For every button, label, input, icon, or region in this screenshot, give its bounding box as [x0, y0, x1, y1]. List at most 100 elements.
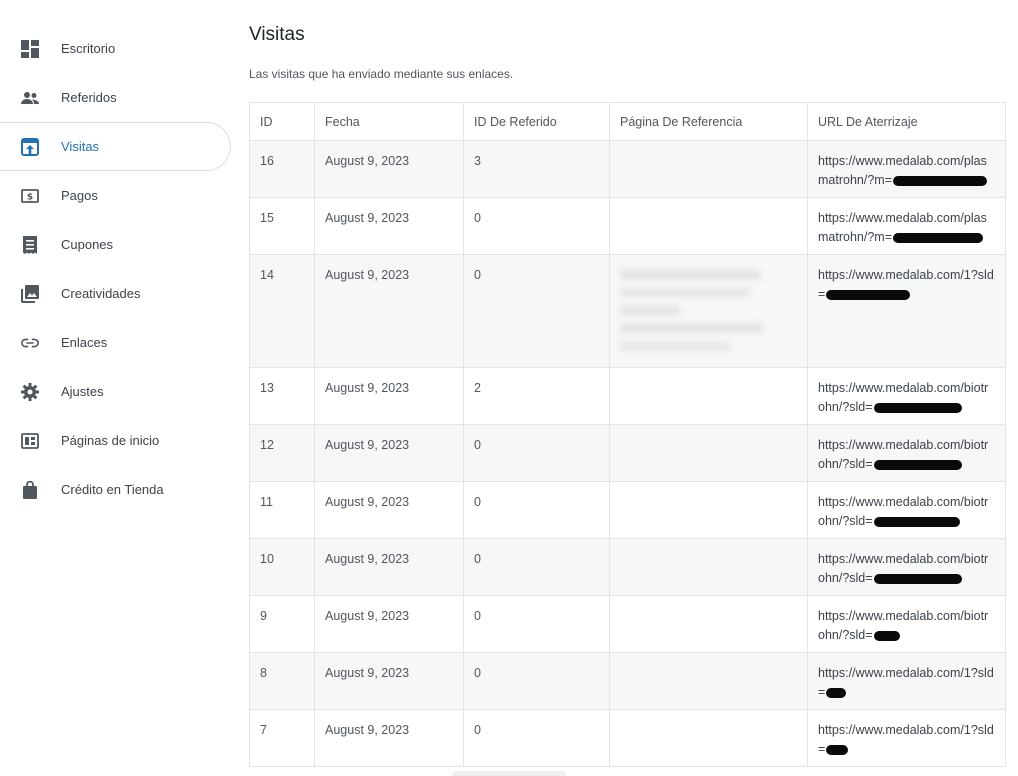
sidebar-item-escritorio[interactable]: Escritorio: [0, 24, 232, 73]
cell-id: 12: [249, 424, 315, 482]
table-header-row: ID Fecha ID De Referido Página De Refere…: [249, 102, 1006, 141]
cell-referral-id: 0: [463, 652, 610, 710]
pagination-hint: [452, 771, 566, 776]
redaction-mark: [826, 744, 849, 755]
column-header-date: Fecha: [314, 102, 464, 141]
sidebar-item-label: Visitas: [61, 139, 100, 154]
cell-landing-url: https://www.medalab.com/biotrohn/?sld=: [807, 595, 1006, 653]
cell-id: 16: [249, 140, 315, 198]
coupon-icon: [21, 235, 39, 254]
table-row: 14 August 9, 2023 0 https://www.medalab.…: [249, 254, 1006, 368]
table-row: 8 August 9, 2023 0 https://www.medalab.c…: [249, 652, 1006, 710]
sidebar-item-label: Ajustes: [61, 384, 104, 399]
sidebar-item-label: Enlaces: [61, 335, 108, 350]
sidebar-item-ajustes[interactable]: Ajustes: [0, 367, 232, 416]
money-icon: $: [21, 187, 39, 205]
cell-date: August 9, 2023: [314, 709, 464, 767]
sidebar-item-label: Cupones: [61, 237, 114, 252]
cell-id: 15: [249, 197, 315, 255]
gear-icon: [21, 382, 39, 401]
url-text: https://www.medalab.com/biotrohn/?sld=: [818, 609, 989, 642]
sidebar-nav: Escritorio Referidos Visitas $ Pagos Cup…: [0, 24, 232, 514]
redaction-mark: [893, 232, 983, 243]
cell-referrer: [609, 254, 808, 368]
cell-referral-id: 0: [463, 424, 610, 482]
redaction-mark: [826, 289, 911, 300]
cell-referrer: [609, 367, 808, 425]
table-row: 9 August 9, 2023 0 https://www.medalab.c…: [249, 595, 1006, 653]
column-header-landing-url: URL De Aterrizaje: [807, 102, 1006, 141]
cell-landing-url: https://www.medalab.com/1?sld=: [807, 652, 1006, 710]
sidebar-item-pagos[interactable]: $ Pagos: [0, 171, 232, 220]
cell-referral-id: 0: [463, 254, 610, 368]
svg-text:$: $: [27, 192, 33, 202]
link-icon: [21, 334, 39, 352]
cell-referrer: [609, 652, 808, 710]
cell-referrer: [609, 481, 808, 539]
page-description: Las visitas que ha enviado mediante sus …: [249, 67, 514, 81]
sidebar-item-cupones[interactable]: Cupones: [0, 220, 232, 269]
cell-date: August 9, 2023: [314, 197, 464, 255]
visits-table: ID Fecha ID De Referido Página De Refere…: [249, 102, 1006, 767]
redaction-mark: [873, 459, 962, 470]
table-row: 11 August 9, 2023 0 https://www.medalab.…: [249, 481, 1006, 539]
sidebar: Escritorio Referidos Visitas $ Pagos Cup…: [0, 0, 232, 776]
table-row: 7 August 9, 2023 0 https://www.medalab.c…: [249, 709, 1006, 767]
cell-date: August 9, 2023: [314, 538, 464, 596]
image-stack-icon: [21, 284, 39, 303]
cell-referrer: [609, 197, 808, 255]
cell-date: August 9, 2023: [314, 481, 464, 539]
page-title: Visitas: [249, 24, 305, 45]
redaction-mark: [873, 516, 960, 527]
cell-referrer: [609, 709, 808, 767]
cell-referrer: [609, 595, 808, 653]
sidebar-item-paginas-de-inicio[interactable]: Páginas de inicio: [0, 416, 232, 465]
cell-referrer: [609, 424, 808, 482]
cell-id: 11: [249, 481, 315, 539]
cell-date: August 9, 2023: [314, 254, 464, 368]
cell-referrer: [609, 538, 808, 596]
cell-landing-url: https://www.medalab.com/plasmatrohn/?m=: [807, 140, 1006, 198]
redaction-mark: [873, 630, 900, 641]
cell-id: 14: [249, 254, 315, 368]
cell-referrer: [609, 140, 808, 198]
cell-referral-id: 2: [463, 367, 610, 425]
sidebar-item-credito-en-tienda[interactable]: Crédito en Tienda: [0, 465, 232, 514]
column-header-referrer: Página De Referencia: [609, 102, 808, 141]
cell-date: August 9, 2023: [314, 367, 464, 425]
table-row: 10 August 9, 2023 0 https://www.medalab.…: [249, 538, 1006, 596]
cell-id: 9: [249, 595, 315, 653]
cell-id: 13: [249, 367, 315, 425]
column-header-referral-id: ID De Referido: [463, 102, 610, 141]
redaction-mark: [873, 573, 962, 584]
cell-referral-id: 0: [463, 481, 610, 539]
table-row: 16 August 9, 2023 3 https://www.medalab.…: [249, 140, 1006, 198]
table-row: 12 August 9, 2023 0 https://www.medalab.…: [249, 424, 1006, 482]
visits-icon: [21, 137, 39, 156]
sidebar-item-visitas[interactable]: Visitas: [0, 122, 231, 171]
people-icon: [21, 89, 39, 107]
table-row: 13 August 9, 2023 2 https://www.medalab.…: [249, 367, 1006, 425]
cell-id: 7: [249, 709, 315, 767]
sidebar-item-label: Escritorio: [61, 41, 116, 56]
cell-id: 8: [249, 652, 315, 710]
cell-referral-id: 0: [463, 709, 610, 767]
cell-date: August 9, 2023: [314, 424, 464, 482]
sidebar-item-referidos[interactable]: Referidos: [0, 73, 232, 122]
sidebar-item-label: Páginas de inicio: [61, 433, 160, 448]
blurred-referrer: [620, 266, 766, 356]
cell-id: 10: [249, 538, 315, 596]
table-row: 15 August 9, 2023 0 https://www.medalab.…: [249, 197, 1006, 255]
sidebar-item-enlaces[interactable]: Enlaces: [0, 318, 232, 367]
cell-landing-url: https://www.medalab.com/biotrohn/?sld=: [807, 481, 1006, 539]
cell-date: August 9, 2023: [314, 595, 464, 653]
sidebar-item-label: Creatividades: [61, 286, 141, 301]
cell-landing-url: https://www.medalab.com/biotrohn/?sld=: [807, 538, 1006, 596]
cell-landing-url: https://www.medalab.com/1?sld=: [807, 254, 1006, 368]
cell-referral-id: 0: [463, 197, 610, 255]
sidebar-item-label: Crédito en Tienda: [61, 482, 164, 497]
cell-referral-id: 0: [463, 595, 610, 653]
sidebar-item-creatividades[interactable]: Creatividades: [0, 269, 232, 318]
column-header-id: ID: [249, 102, 315, 141]
cell-date: August 9, 2023: [314, 140, 464, 198]
